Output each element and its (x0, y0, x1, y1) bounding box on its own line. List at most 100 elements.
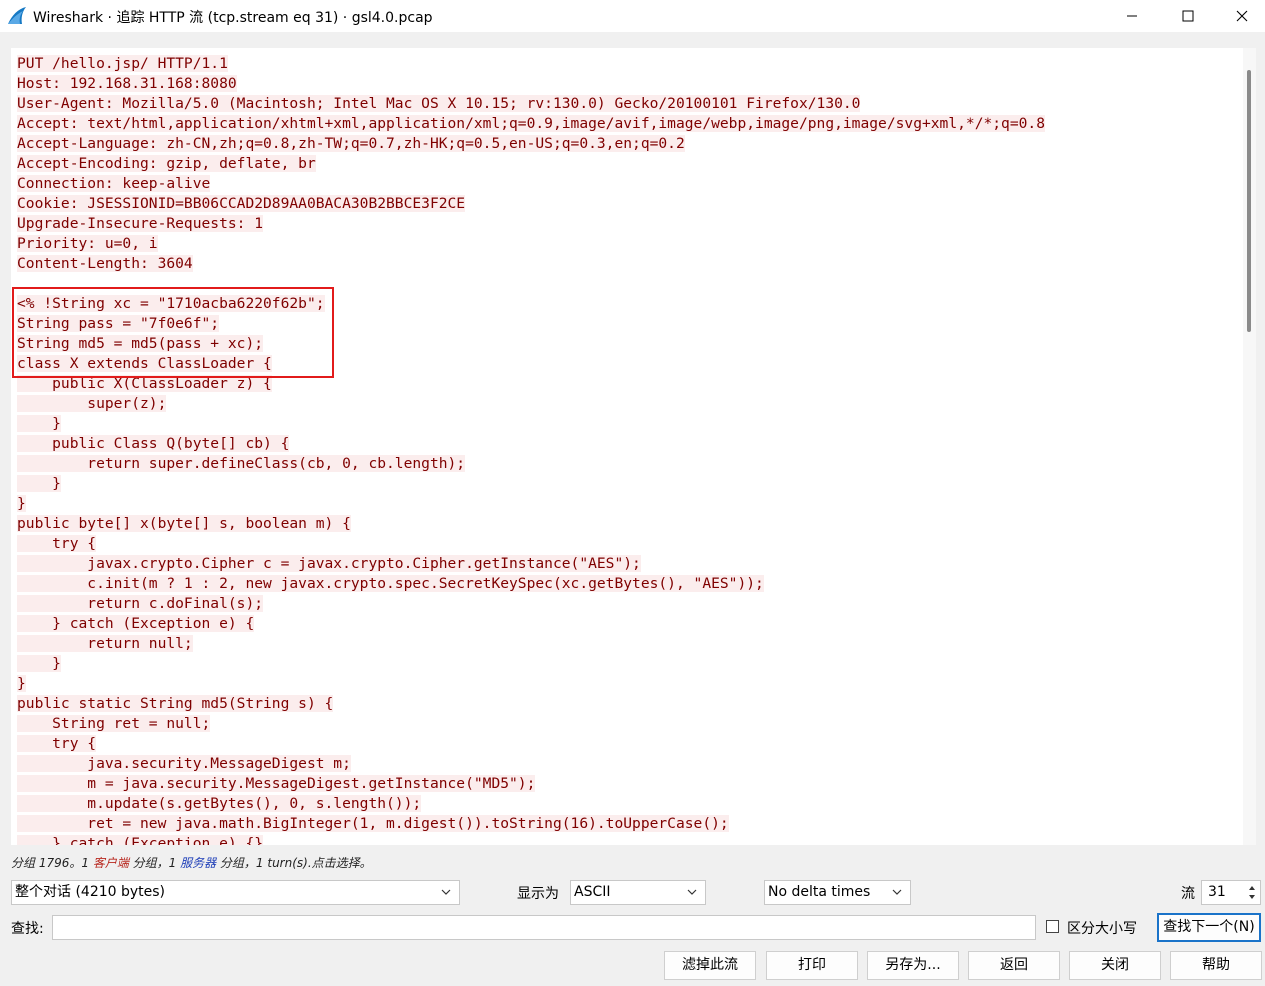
stream-line-text: try { (17, 535, 97, 552)
vertical-scrollbar[interactable] (1243, 48, 1256, 845)
stream-line-text: } (17, 655, 61, 672)
stream-line: } (17, 474, 1045, 494)
find-label: 查找: (11, 921, 44, 937)
stream-line-text: public byte[] x(byte[] s, boolean m) { (17, 515, 351, 532)
stream-line: } (17, 654, 1045, 674)
stream-line: } (17, 494, 1045, 514)
stream-line-text: ret = new java.math.BigInteger(1, m.dige… (17, 815, 729, 832)
stream-line: Priority: u=0, i (17, 234, 1045, 254)
stream-line-text: public Class Q(byte[] cb) { (17, 435, 290, 452)
filter-out-stream-button[interactable]: 滤掉此流 (664, 951, 756, 980)
stream-number-label: 流 (1181, 886, 1195, 902)
stream-line: public static String md5(String s) { (17, 694, 1045, 714)
stream-line: } catch (Exception e) {} (17, 834, 1045, 845)
display-as-select[interactable]: ASCII (570, 880, 706, 905)
stream-line-text: PUT /hello.jsp/ HTTP/1.1 (17, 55, 228, 72)
scrollbar-thumb[interactable] (1247, 70, 1251, 332)
maximize-button[interactable] (1165, 0, 1211, 32)
stream-line-text: Connection: keep-alive (17, 175, 211, 192)
stream-number-spinbox[interactable]: 31 (1201, 880, 1261, 905)
stream-line: Accept: text/html,application/xhtml+xml,… (17, 114, 1045, 134)
status-prefix: 分组 1796。1 (11, 856, 93, 870)
case-sensitive-label: 区分大小写 (1067, 921, 1137, 937)
stream-line-text: Accept-Encoding: gzip, deflate, br (17, 155, 316, 172)
stream-line-text: return super.defineClass(cb, 0, cb.lengt… (17, 455, 466, 472)
stream-line-text: Accept-Language: zh-CN,zh;q=0.8,zh-TW;q=… (17, 135, 685, 152)
stream-line-text: } (17, 495, 26, 512)
stream-line: String ret = null; (17, 714, 1045, 734)
minimize-button[interactable] (1109, 0, 1155, 32)
chevron-down-icon (441, 889, 451, 895)
stream-line-text: } catch (Exception e) {} (17, 835, 264, 845)
conversation-select[interactable]: 整个对话 (4210 bytes) (11, 880, 460, 905)
status-server-link[interactable]: 服务器 (180, 856, 216, 870)
find-input[interactable] (52, 915, 1036, 940)
delta-times-select[interactable]: No delta times (764, 880, 911, 905)
spin-arrows-icon[interactable] (1246, 883, 1258, 902)
stream-line: } (17, 414, 1045, 434)
stream-line: javax.crypto.Cipher c = javax.crypto.Cip… (17, 554, 1045, 574)
status-mid: 分组，1 (128, 856, 181, 870)
stream-line-text: Cookie: JSESSIONID=BB06CCAD2D89AA0BACA30… (17, 195, 466, 212)
stream-number-value: 31 (1208, 884, 1226, 900)
stream-line-text: Host: 192.168.31.168:8080 (17, 75, 237, 92)
close-button[interactable]: 关闭 (1069, 951, 1161, 980)
stream-line: java.security.MessageDigest m; (17, 754, 1045, 774)
stream-line: Host: 192.168.31.168:8080 (17, 74, 1045, 94)
stream-line-text: m.update(s.getBytes(), 0, s.length()); (17, 795, 422, 812)
stream-text[interactable]: PUT /hello.jsp/ HTTP/1.1 Host: 192.168.31… (17, 54, 1045, 845)
display-as-select-value: ASCII (574, 884, 611, 900)
stream-line-text: } (17, 415, 61, 432)
conversation-select-value: 整个对话 (4210 bytes) (15, 884, 166, 900)
stream-line: } (17, 674, 1045, 694)
stream-line-text: Content-Length: 3604 (17, 255, 193, 272)
stream-line-text: c.init(m ? 1 : 2, new javax.crypto.spec.… (17, 575, 764, 592)
stream-line: PUT /hello.jsp/ HTTP/1.1 (17, 54, 1045, 74)
window-title: Wireshark · 追踪 HTTP 流 (tcp.stream eq 31)… (33, 10, 433, 26)
stream-line-text: Priority: u=0, i (17, 235, 158, 252)
stream-line-text: Upgrade-Insecure-Requests: 1 (17, 215, 264, 232)
stream-line: m = java.security.MessageDigest.getInsta… (17, 774, 1045, 794)
stream-line-text: } (17, 475, 61, 492)
stream-status-text[interactable]: 分组 1796。1 客户端 分组，1 服务器 分组，1 turn(s).点击选择… (11, 854, 372, 871)
close-window-button[interactable] (1219, 0, 1265, 32)
stream-line: return c.doFinal(s); (17, 594, 1045, 614)
stream-line: } catch (Exception e) { (17, 614, 1045, 634)
wireshark-fin-icon (8, 7, 26, 24)
stream-line-text: m = java.security.MessageDigest.getInsta… (17, 775, 536, 792)
chevron-down-icon (687, 889, 697, 895)
stream-line: Content-Length: 3604 (17, 254, 1045, 274)
stream-line: Upgrade-Insecure-Requests: 1 (17, 214, 1045, 234)
help-button[interactable]: 帮助 (1170, 951, 1262, 980)
print-button[interactable]: 打印 (766, 951, 858, 980)
find-next-button[interactable]: 查找下一个(N) (1157, 913, 1261, 942)
case-sensitive-checkbox[interactable] (1046, 920, 1059, 933)
stream-line: public byte[] x(byte[] s, boolean m) { (17, 514, 1045, 534)
stream-line-text: public static String md5(String s) { (17, 695, 334, 712)
minimize-icon (1127, 15, 1137, 17)
stream-line: Accept-Language: zh-CN,zh;q=0.8,zh-TW;q=… (17, 134, 1045, 154)
stream-line: Connection: keep-alive (17, 174, 1045, 194)
delta-times-select-value: No delta times (768, 884, 871, 900)
title-bar: Wireshark · 追踪 HTTP 流 (tcp.stream eq 31)… (0, 0, 1265, 32)
stream-line-text: javax.crypto.Cipher c = javax.crypto.Cip… (17, 555, 641, 572)
stream-line: m.update(s.getBytes(), 0, s.length()); (17, 794, 1045, 814)
stream-line-text: try { (17, 735, 97, 752)
stream-line: try { (17, 534, 1045, 554)
stream-line-text: java.security.MessageDigest m; (17, 755, 351, 772)
save-as-button[interactable]: 另存为... (867, 951, 959, 980)
status-suffix: 分组，1 turn(s).点击选择。 (216, 856, 372, 870)
stream-line: super(z); (17, 394, 1045, 414)
close-icon (1236, 10, 1248, 22)
stream-line: return null; (17, 634, 1045, 654)
stream-line-text: String ret = null; (17, 715, 211, 732)
status-client-link[interactable]: 客户端 (93, 856, 129, 870)
stream-line: Cookie: JSESSIONID=BB06CCAD2D89AA0BACA30… (17, 194, 1045, 214)
stream-line-text: User-Agent: Mozilla/5.0 (Macintosh; Inte… (17, 95, 861, 112)
stream-line: ret = new java.math.BigInteger(1, m.dige… (17, 814, 1045, 834)
stream-content-pane[interactable]: PUT /hello.jsp/ HTTP/1.1 Host: 192.168.31… (11, 48, 1243, 845)
stream-line-text: return null; (17, 635, 193, 652)
stream-line: try { (17, 734, 1045, 754)
stream-line: public Class Q(byte[] cb) { (17, 434, 1045, 454)
back-button[interactable]: 返回 (968, 951, 1060, 980)
